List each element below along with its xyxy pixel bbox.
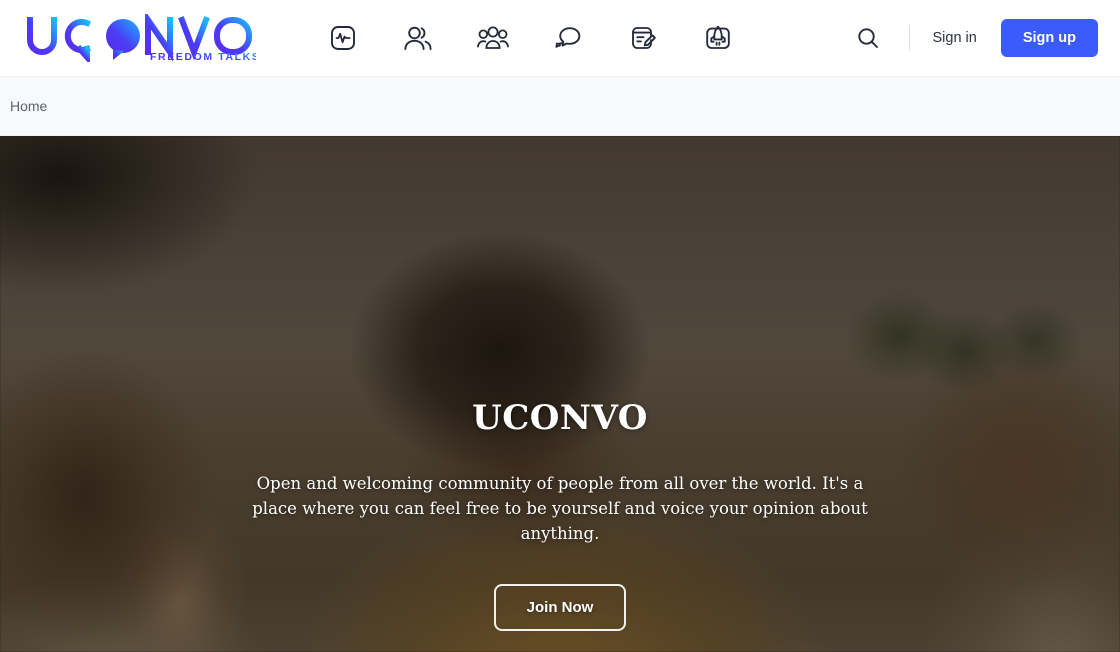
join-now-button[interactable]: Join Now [493, 584, 627, 631]
activity-icon[interactable] [326, 21, 360, 55]
search-icon[interactable] [853, 23, 883, 53]
breadcrumb-item-home[interactable]: Home [10, 98, 47, 114]
header-actions: Sign in Sign up [853, 19, 1120, 57]
breadcrumb: Home [0, 77, 1120, 136]
site-logo[interactable]: FREEDOM TALKS [24, 14, 256, 62]
primary-nav [326, 21, 735, 55]
groups-icon[interactable] [476, 21, 510, 55]
hero-section: UCONVO Open and welcoming community of p… [0, 136, 1120, 652]
launch-icon[interactable] [701, 21, 735, 55]
hero-content: UCONVO Open and welcoming community of p… [0, 136, 1120, 652]
header-divider [909, 25, 911, 51]
hero-title: UCONVO [472, 398, 648, 438]
blog-icon[interactable] [626, 21, 660, 55]
forums-icon[interactable] [551, 21, 585, 55]
sign-up-button[interactable]: Sign up [1000, 19, 1098, 57]
hero-subtitle: Open and welcoming community of people f… [252, 474, 868, 543]
users-icon[interactable] [401, 21, 435, 55]
svg-text:FREEDOM TALKS: FREEDOM TALKS [150, 51, 256, 62]
site-header: FREEDOM TALKS Sign in Sign up [0, 0, 1120, 77]
sign-in-link[interactable]: Sign in [932, 30, 976, 46]
